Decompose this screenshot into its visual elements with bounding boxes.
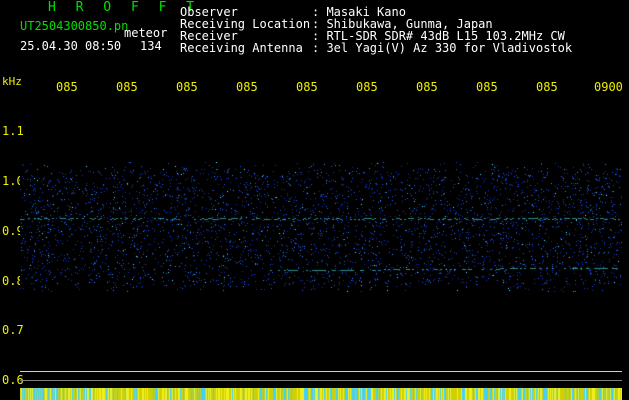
time-tick: 085 (56, 80, 78, 94)
antenna-label: Receiving Antenna (180, 41, 303, 55)
mode-tag: meteor (124, 26, 168, 40)
baseline (20, 380, 622, 381)
baseline (20, 371, 622, 372)
time-tick: 085 (356, 80, 378, 94)
time-tick: 0900 (594, 80, 623, 94)
date-time: 25.04.30 08:50 (20, 39, 122, 53)
time-tick: 085 (116, 80, 138, 94)
time-tick: 085 (176, 80, 198, 94)
time-tick: 085 (296, 80, 318, 94)
spectrogram (20, 162, 622, 292)
file-name: UT2504300850.pn (20, 19, 129, 33)
time-tick: 085 (476, 80, 498, 94)
frequency-tick: 0.7 (2, 323, 24, 337)
time-tick: 085 (536, 80, 558, 94)
time-tick: 085 (236, 80, 258, 94)
brand-title: H R O F F T (48, 0, 201, 15)
frequency-tick: 1.1 (2, 124, 24, 138)
antenna-value: : 3el Yagi(V) Az 330 for Vladivostok (312, 41, 573, 55)
frequency-unit: kHz (2, 75, 22, 88)
signal-strength-strip (20, 388, 622, 400)
time-tick: 085 (416, 80, 438, 94)
detection-count: 134 (140, 39, 162, 53)
